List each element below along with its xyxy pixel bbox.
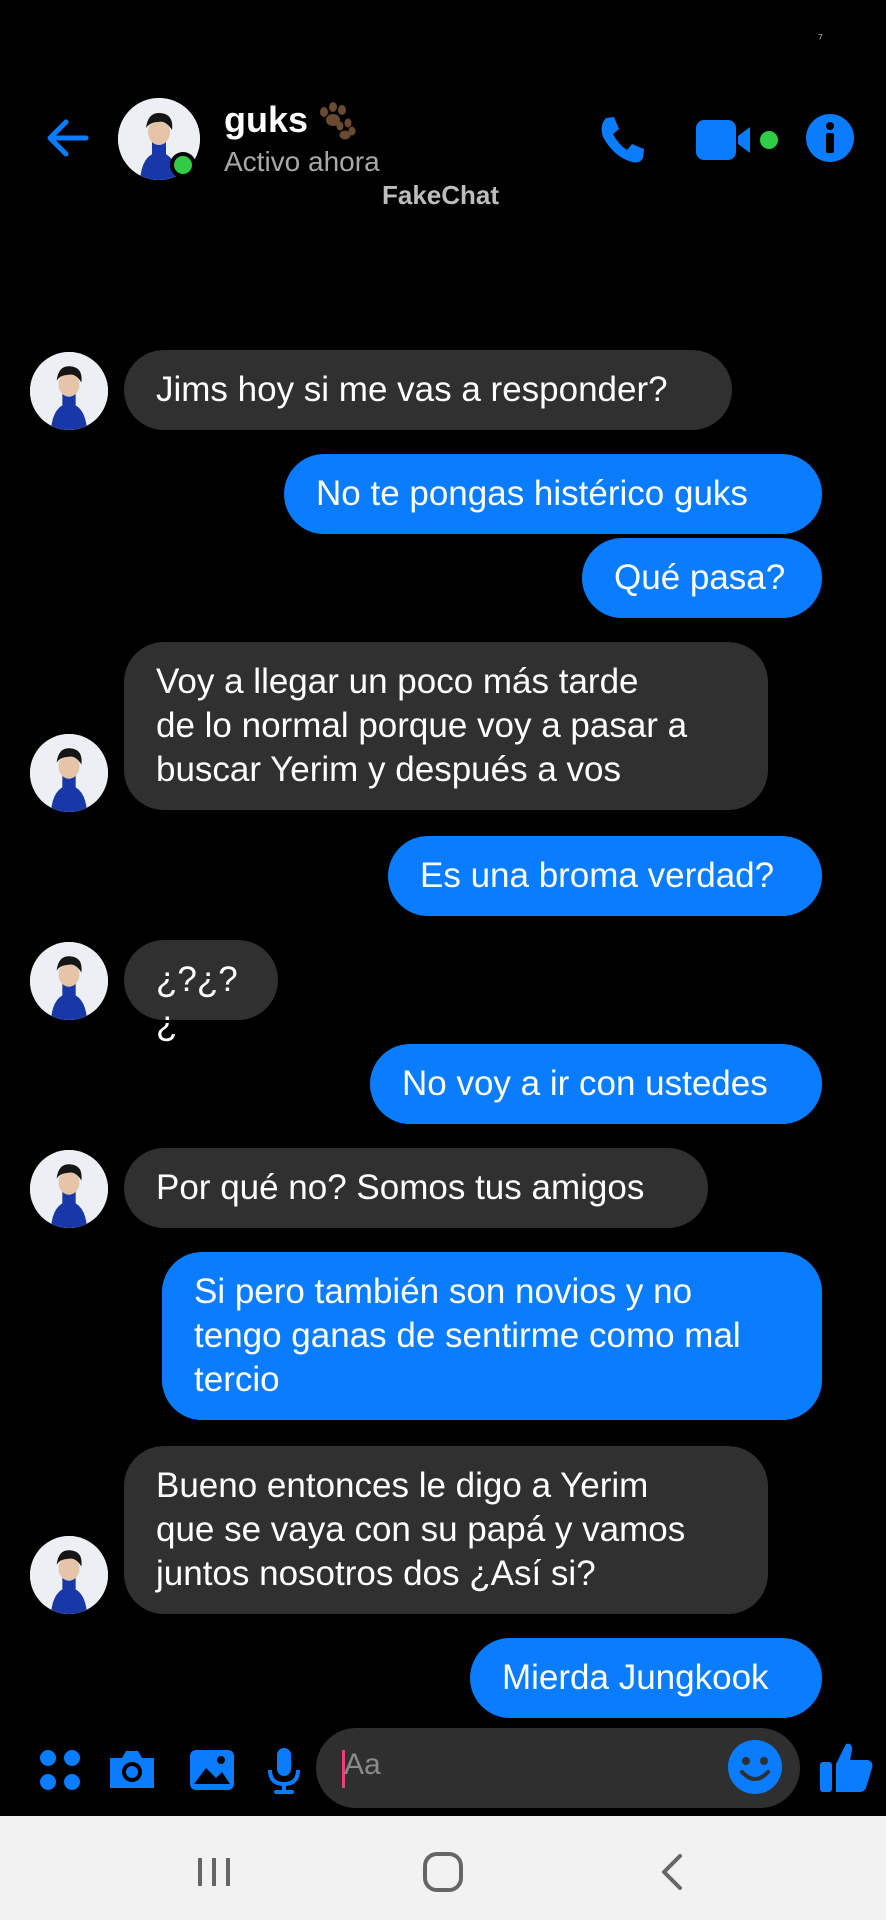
incoming-message-bubble[interactable]: Por qué no? Somos tus amigos	[124, 1148, 708, 1228]
thumbs-up-icon	[820, 1743, 873, 1792]
composer-bar: Aa	[0, 1728, 886, 1810]
avatar-image	[30, 942, 108, 1020]
microphone-icon	[268, 1748, 300, 1794]
avatar-image	[30, 1150, 108, 1228]
back-icon	[662, 1854, 682, 1890]
camera-icon	[110, 1751, 154, 1788]
nav-back-button[interactable]	[650, 1848, 698, 1896]
info-button[interactable]	[804, 112, 856, 164]
outgoing-message-bubble[interactable]: Qué pasa?	[582, 538, 822, 618]
outgoing-message-bubble[interactable]: No voy a ir con ustedes	[370, 1044, 822, 1124]
outgoing-message-bubble[interactable]: No te pongas histérico guks	[284, 454, 822, 534]
avatar-image	[30, 734, 108, 812]
apps-grid-icon	[40, 1750, 80, 1790]
avatar-image	[30, 352, 108, 430]
home-button[interactable]	[419, 1848, 467, 1896]
system-nav-bar	[0, 1816, 886, 1920]
video-call-button[interactable]	[694, 114, 782, 166]
outgoing-message-bubble[interactable]: Si pero también son novios y no tengo ga…	[162, 1252, 822, 1420]
like-button[interactable]	[816, 1736, 876, 1796]
message-input-placeholder: Aa	[344, 1748, 381, 1781]
incoming-message-bubble[interactable]: Bueno entonces le digo a Yerim que se va…	[124, 1446, 768, 1614]
gallery-button[interactable]	[184, 1742, 240, 1798]
recents-icon	[198, 1858, 230, 1886]
incoming-message-bubble[interactable]: Voy a llegar un poco más tarde de lo nor…	[124, 642, 768, 810]
sender-avatar[interactable]	[30, 352, 108, 430]
chat-header: guks Activo ahora FakeChat	[0, 90, 886, 210]
message-input[interactable]: Aa	[316, 1728, 800, 1808]
camera-button[interactable]	[104, 1742, 160, 1798]
online-indicator	[170, 152, 196, 178]
phone-icon	[601, 117, 644, 163]
video-camera-icon	[696, 120, 778, 160]
voice-call-button[interactable]	[594, 112, 650, 168]
sender-avatar[interactable]	[30, 1536, 108, 1614]
sender-avatar[interactable]	[30, 942, 108, 1020]
incoming-message-bubble[interactable]: ¿?¿?¿	[124, 940, 278, 1043]
outgoing-message-bubble[interactable]: Es una broma verdad?	[388, 836, 822, 916]
contact-name[interactable]: guks	[224, 98, 358, 142]
sender-avatar[interactable]	[30, 1150, 108, 1228]
sender-avatar[interactable]	[30, 734, 108, 812]
back-arrow-icon	[47, 119, 89, 157]
recents-button[interactable]	[190, 1848, 238, 1896]
apps-button[interactable]	[32, 1742, 88, 1798]
incoming-message-bubble[interactable]: Jims hoy si me vas a responder?	[124, 350, 732, 430]
paw-icon	[320, 102, 356, 140]
contact-name-text: guks	[224, 99, 309, 140]
emoji-icon	[728, 1740, 782, 1794]
home-icon	[423, 1852, 463, 1892]
back-button[interactable]	[42, 112, 94, 164]
outgoing-message-bubble[interactable]: Mierda Jungkook	[470, 1638, 822, 1718]
voice-message-button[interactable]	[256, 1742, 312, 1798]
info-icon	[806, 114, 854, 162]
status-corner: ⁷	[818, 30, 824, 46]
avatar-image	[30, 1536, 108, 1614]
watermark: FakeChat	[382, 180, 500, 210]
emoji-button[interactable]	[726, 1738, 784, 1796]
presence-status: Activo ahora	[224, 146, 380, 177]
gallery-icon	[190, 1750, 234, 1790]
